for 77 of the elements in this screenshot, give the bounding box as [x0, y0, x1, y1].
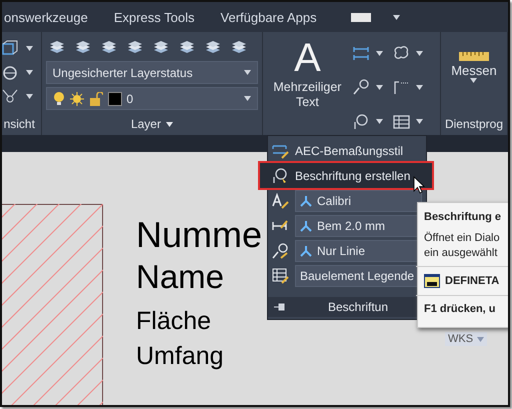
- leader-icon[interactable]: [353, 79, 370, 96]
- leader-style-icon: [272, 242, 289, 258]
- layers-icon[interactable]: [152, 39, 170, 55]
- mouse-cursor-icon: [413, 176, 425, 194]
- panel-title: nsicht: [4, 117, 35, 131]
- style-name: Bauelement Legende: [300, 268, 414, 282]
- caret-icon[interactable]: [416, 84, 424, 90]
- panel-title: Layer: [130, 117, 161, 131]
- multiline-text-button[interactable]: A Mehrzeiliger Text: [267, 36, 348, 135]
- ruler-icon[interactable]: [458, 52, 489, 61]
- layers-icon[interactable]: [48, 39, 66, 55]
- command-name: DEFINETA: [445, 275, 500, 287]
- style-name: Nur Linie: [317, 244, 366, 258]
- caret-icon[interactable]: [392, 14, 400, 20]
- command-window-icon: [424, 274, 440, 288]
- style-icon: [300, 194, 312, 206]
- menu-item[interactable]: Beschriftung erstellen: [260, 163, 432, 188]
- table-style-icon: [272, 268, 289, 284]
- caret-icon[interactable]: [26, 46, 33, 50]
- circle-icon[interactable]: [2, 64, 18, 80]
- nodes-icon[interactable]: [2, 88, 18, 104]
- caret-icon[interactable]: [376, 84, 384, 90]
- style-name: Calibri: [317, 194, 352, 208]
- style-dropdown[interactable]: Calibri: [295, 190, 422, 212]
- padlock-icon: [88, 92, 102, 106]
- caret-icon[interactable]: [470, 78, 478, 83]
- caret-icon[interactable]: [26, 70, 33, 74]
- layers-icon[interactable]: [74, 39, 92, 55]
- dimension-style-icon: [272, 142, 289, 158]
- layer-name: 0: [126, 92, 134, 106]
- layer-state-dropdown[interactable]: Ungesicherter Layerstatus: [46, 61, 258, 84]
- sun-icon: [70, 92, 84, 106]
- layers-icon[interactable]: [204, 39, 222, 55]
- table-icon[interactable]: [393, 114, 410, 130]
- panel-title: Dienstprog: [444, 117, 503, 131]
- ribbon-tab[interactable]: Verfügbare Apps: [218, 10, 319, 24]
- layers-icon[interactable]: [230, 39, 248, 55]
- caret-icon[interactable]: [416, 119, 424, 124]
- tooltip-title: Beschriftung e: [424, 211, 502, 223]
- layers-icon[interactable]: [178, 39, 196, 55]
- layers-icon[interactable]: [126, 39, 144, 55]
- caret-icon[interactable]: [166, 122, 173, 126]
- measure-button[interactable]: Messen: [451, 63, 497, 78]
- layer-dropdown[interactable]: 0: [46, 87, 258, 110]
- drawing-label: Name: [136, 258, 224, 296]
- style-icon: [300, 220, 312, 232]
- lightbulb-icon: [52, 92, 64, 106]
- cube-icon[interactable]: [2, 40, 18, 56]
- ucs-label: WKS: [448, 333, 474, 345]
- text-style-icon: [272, 192, 289, 208]
- dimension-icon[interactable]: [353, 45, 370, 62]
- layer-state-text: Ungesicherter Layerstatus: [52, 66, 193, 80]
- drawing-label: Numme: [136, 214, 262, 256]
- drawing-label: Umfang: [136, 342, 224, 371]
- caret-icon[interactable]: [26, 94, 33, 98]
- style-icon: [300, 244, 312, 256]
- tab-overflow-icon[interactable]: [350, 12, 371, 22]
- caret-icon[interactable]: [376, 119, 384, 124]
- caret-icon[interactable]: [416, 50, 424, 56]
- color-swatch: [108, 92, 122, 106]
- layers-icon[interactable]: [100, 39, 118, 55]
- style-name: Bem 2.0 mm: [317, 218, 386, 232]
- cloud-icon[interactable]: [393, 45, 410, 62]
- caret-icon[interactable]: [244, 70, 252, 75]
- tooltip-text: ein ausgewählt: [424, 247, 498, 259]
- callout-icon[interactable]: [353, 114, 370, 130]
- caret-icon[interactable]: [244, 96, 252, 101]
- help-hint: F1 drücken, u: [424, 303, 497, 315]
- ribbon-tab[interactable]: onswerkzeuge: [2, 10, 90, 24]
- tooltip-text: Öffnet ein Dialo: [424, 232, 501, 244]
- ribbon-tab[interactable]: Express Tools: [112, 10, 197, 24]
- panel-title: Beschriftun: [328, 300, 388, 314]
- caret-icon[interactable]: [376, 50, 384, 56]
- menu-item[interactable]: AEC-Bemaßungsstil: [268, 138, 426, 163]
- coordinate-icon[interactable]: [393, 79, 410, 96]
- drawing-label: Fläche: [136, 307, 212, 336]
- ucs-menu[interactable]: WKS: [445, 332, 488, 346]
